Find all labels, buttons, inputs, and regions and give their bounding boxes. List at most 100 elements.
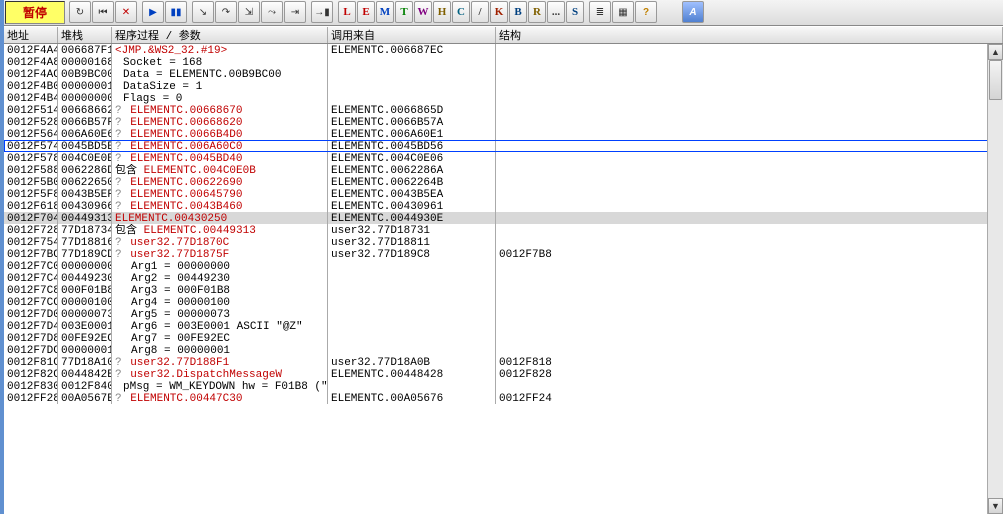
cell-stack: 00430966 <box>58 200 112 212</box>
cell-address: 0012F704 <box>4 212 58 224</box>
cell-call: user32.77D189C8 <box>328 248 496 260</box>
header-address[interactable]: 地址 <box>4 27 58 43</box>
cell-struct <box>496 212 1003 224</box>
table-row[interactable]: 0012F75477D18816? user32.77D1870Cuser32.… <box>4 236 1003 248</box>
run-icon[interactable]: ▶ <box>142 1 164 23</box>
table-row[interactable]: 0012F5B000622650? ELEMENTC.00622690ELEME… <box>4 176 1003 188</box>
log-window-button[interactable]: L <box>338 1 356 23</box>
cell-proc: DataSize = 1 <box>112 80 328 92</box>
threads-window-button[interactable]: T <box>395 1 413 23</box>
column-headers: 地址 堆栈 程序过程 / 参数 调用来自 结构 <box>4 26 1003 44</box>
table-row[interactable]: 0012F7DC00000001Arg8 = 00000001 <box>4 344 1003 356</box>
table-row[interactable]: 0012F578004C0E0B? ELEMENTC.0045BD40ELEME… <box>4 152 1003 164</box>
goto-icon[interactable]: →▮ <box>311 1 333 23</box>
references-window-button[interactable]: R <box>528 1 546 23</box>
header-call[interactable]: 调用来自 <box>328 27 496 43</box>
table-row[interactable]: 0012F7D000000073Arg5 = 00000073 <box>4 308 1003 320</box>
table-row[interactable]: 0012F4AC00B9BC00Data = ELEMENTC.00B9BC00 <box>4 68 1003 80</box>
appearance-icon[interactable]: A <box>682 1 704 23</box>
table-row[interactable]: 0012F82C0044842E? user32.DispatchMessage… <box>4 368 1003 380</box>
cpu-window-button[interactable]: C <box>452 1 470 23</box>
table-row[interactable]: 0012F7D800FE92ECArg7 = 00FE92EC <box>4 332 1003 344</box>
cell-proc: Arg1 = 00000000 <box>112 260 328 272</box>
table-row[interactable]: 0012F5880062286D包含 ELEMENTC.004C0E0BELEM… <box>4 164 1003 176</box>
table-row[interactable]: 0012F61800430966? ELEMENTC.0043B460ELEME… <box>4 200 1003 212</box>
source-window-button[interactable]: S <box>566 1 584 23</box>
memory-window-button[interactable]: M <box>376 1 394 23</box>
header-struct[interactable]: 结构 <box>496 27 1003 43</box>
handles-window-button[interactable]: H <box>433 1 451 23</box>
table-row[interactable]: 0012F8300012F840pMsg = WM_KEYDOWN hw = F… <box>4 380 1003 392</box>
cell-call <box>328 308 496 320</box>
vertical-scrollbar[interactable]: ▲ ▼ <box>987 44 1003 514</box>
table-row[interactable]: 0012F51400668662? ELEMENTC.00668670ELEME… <box>4 104 1003 116</box>
header-proc[interactable]: 程序过程 / 参数 <box>112 27 328 43</box>
table-row[interactable]: 0012F70400449313ELEMENTC.00430250ELEMENT… <box>4 212 1003 224</box>
cell-stack: 77D189CD <box>58 248 112 260</box>
scroll-thumb[interactable] <box>989 60 1002 100</box>
cell-address: 0012F830 <box>4 380 58 392</box>
cell-call: ELEMENTC.00430961 <box>328 200 496 212</box>
cell-stack: 006687F1 <box>58 44 112 56</box>
cell-call: ELEMENTC.006A60E1 <box>328 128 496 140</box>
cell-struct <box>496 320 1003 332</box>
help-icon[interactable]: ? <box>635 1 657 23</box>
table-row[interactable]: 0012F4A4006687F1<JMP.&WS2_32.#19>ELEMENT… <box>4 44 1003 56</box>
cell-struct <box>496 200 1003 212</box>
trace-into-icon[interactable]: ⇲ <box>238 1 260 23</box>
table-row[interactable]: 0012F4B000000001DataSize = 1 <box>4 80 1003 92</box>
table-row[interactable]: 0012F81C77D18A10? user32.77D188F1user32.… <box>4 356 1003 368</box>
trace-over-icon[interactable]: ⤳ <box>261 1 283 23</box>
options2-icon[interactable]: ▦ <box>612 1 634 23</box>
scroll-up-icon[interactable]: ▲ <box>988 44 1003 60</box>
runtrace-window-button[interactable]: ... <box>547 1 565 23</box>
cell-proc: ? user32.77D1875F <box>112 248 328 260</box>
restart-icon[interactable]: ↻ <box>69 1 91 23</box>
cell-stack: 003E0001 <box>58 320 112 332</box>
pause-icon[interactable]: ▮▮ <box>165 1 187 23</box>
table-row[interactable]: 0012F7C8000F01B8Arg3 = 000F01B8 <box>4 284 1003 296</box>
cell-proc: Arg3 = 000F01B8 <box>112 284 328 296</box>
run-till-ret-icon[interactable]: ⇥ <box>284 1 306 23</box>
cell-struct <box>496 140 1003 152</box>
table-row[interactable]: 0012F7C000000000Arg1 = 00000000 <box>4 260 1003 272</box>
cell-proc: Data = ELEMENTC.00B9BC00 <box>112 68 328 80</box>
close-icon[interactable]: ✕ <box>115 1 137 23</box>
windows-window-button[interactable]: W <box>414 1 432 23</box>
cell-stack: 00B9BC00 <box>58 68 112 80</box>
table-row[interactable]: 0012F5F80043B5EF? ELEMENTC.00645790ELEME… <box>4 188 1003 200</box>
modules-window-button[interactable]: E <box>357 1 375 23</box>
cell-struct <box>496 104 1003 116</box>
table-row[interactable]: 0012F5280066B57F? ELEMENTC.00668620ELEME… <box>4 116 1003 128</box>
scroll-track[interactable] <box>988 60 1003 498</box>
patches-window-button[interactable]: / <box>471 1 489 23</box>
cell-stack: 0066B57F <box>58 116 112 128</box>
step-over-icon[interactable]: ↷ <box>215 1 237 23</box>
cell-address: 0012F4B0 <box>4 80 58 92</box>
cell-address: 0012F4B4 <box>4 92 58 104</box>
callstack-grid[interactable]: 0012F4A4006687F1<JMP.&WS2_32.#19>ELEMENT… <box>4 44 1003 514</box>
table-row[interactable]: 0012F7C400449230Arg2 = 00449230 <box>4 272 1003 284</box>
table-row[interactable]: 0012F7CC00000100Arg4 = 00000100 <box>4 296 1003 308</box>
cell-proc: ? ELEMENTC.0043B460 <box>112 200 328 212</box>
table-row[interactable]: 0012F7D4003E0001Arg6 = 003E0001 ASCII "@… <box>4 320 1003 332</box>
cell-address: 0012F7C0 <box>4 260 58 272</box>
cell-address: 0012F7D0 <box>4 308 58 320</box>
step-back-icon[interactable]: ⏮ <box>92 1 114 23</box>
cell-stack: 0044842E <box>58 368 112 380</box>
options1-icon[interactable]: ≣ <box>589 1 611 23</box>
table-row[interactable]: 0012F564006A60E6? ELEMENTC.0066B4D0ELEME… <box>4 128 1003 140</box>
header-stack[interactable]: 堆栈 <box>58 27 112 43</box>
table-row[interactable]: 0012F5740045BD5B? ELEMENTC.006A60C0ELEME… <box>4 140 1003 152</box>
table-row[interactable]: 0012F4A800000168Socket = 168 <box>4 56 1003 68</box>
table-row[interactable]: 0012F72877D18734包含 ELEMENTC.00449313user… <box>4 224 1003 236</box>
table-row[interactable]: 0012F4B400000000Flags = 0 <box>4 92 1003 104</box>
cell-struct <box>496 224 1003 236</box>
step-into-icon[interactable]: ↘ <box>192 1 214 23</box>
cell-struct: 0012F828 <box>496 368 1003 380</box>
table-row[interactable]: 0012F7BC77D189CD? user32.77D1875Fuser32.… <box>4 248 1003 260</box>
table-row[interactable]: 0012FF2800A0567B? ELEMENTC.00447C30ELEME… <box>4 392 1003 404</box>
breakpoints-window-button[interactable]: B <box>509 1 527 23</box>
callstack-window-button[interactable]: K <box>490 1 508 23</box>
scroll-down-icon[interactable]: ▼ <box>988 498 1003 514</box>
